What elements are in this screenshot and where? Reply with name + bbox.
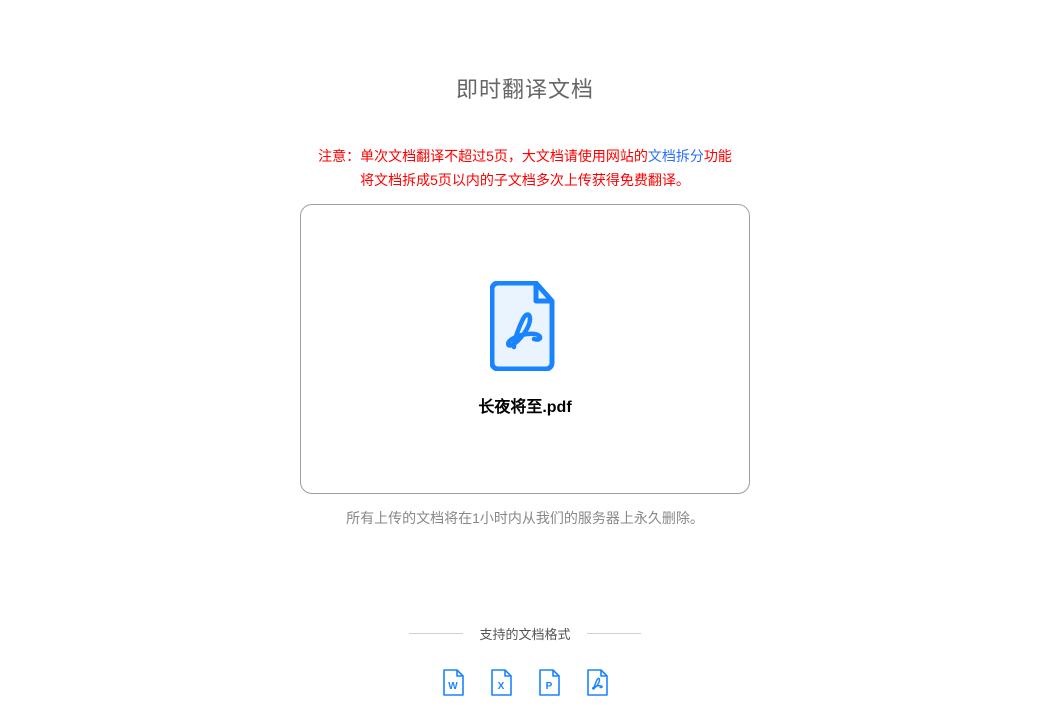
- page-title: 即时翻译文档: [456, 72, 594, 104]
- supported-formats-divider: 支持的文档格式: [409, 624, 640, 643]
- doc-excel-icon: X: [490, 669, 512, 696]
- doc-split-link[interactable]: 文档拆分: [648, 148, 704, 164]
- notice-line1-suffix: 功能: [704, 148, 732, 164]
- pdf-file-icon: [490, 281, 560, 371]
- upload-dropzone[interactable]: 长夜将至.pdf: [300, 204, 750, 494]
- doc-ppt-icon: P: [538, 669, 560, 696]
- doc-pdf-icon: [586, 669, 608, 696]
- svg-text:X: X: [498, 681, 505, 692]
- divider-line: [409, 633, 463, 634]
- svg-text:P: P: [546, 681, 553, 692]
- supported-formats-label: 支持的文档格式: [479, 624, 570, 643]
- notice-line2: 将文档拆成5页以内的子文档多次上传获得免费翻译。: [318, 168, 732, 192]
- doc-word-icon: W: [442, 669, 464, 696]
- svg-text:W: W: [448, 681, 458, 692]
- divider-line: [587, 633, 641, 634]
- format-icons-row: W X P: [442, 669, 608, 696]
- notice-text: 注意：单次文档翻译不超过5页，大文档请使用网站的文档拆分功能 将文档拆成5页以内…: [318, 144, 732, 192]
- auto-delete-note: 所有上传的文档将在1小时内从我们的服务器上永久删除。: [346, 508, 704, 528]
- notice-line1-prefix: 注意：单次文档翻译不超过5页，大文档请使用网站的: [318, 148, 648, 164]
- uploaded-file-name: 长夜将至.pdf: [478, 393, 571, 417]
